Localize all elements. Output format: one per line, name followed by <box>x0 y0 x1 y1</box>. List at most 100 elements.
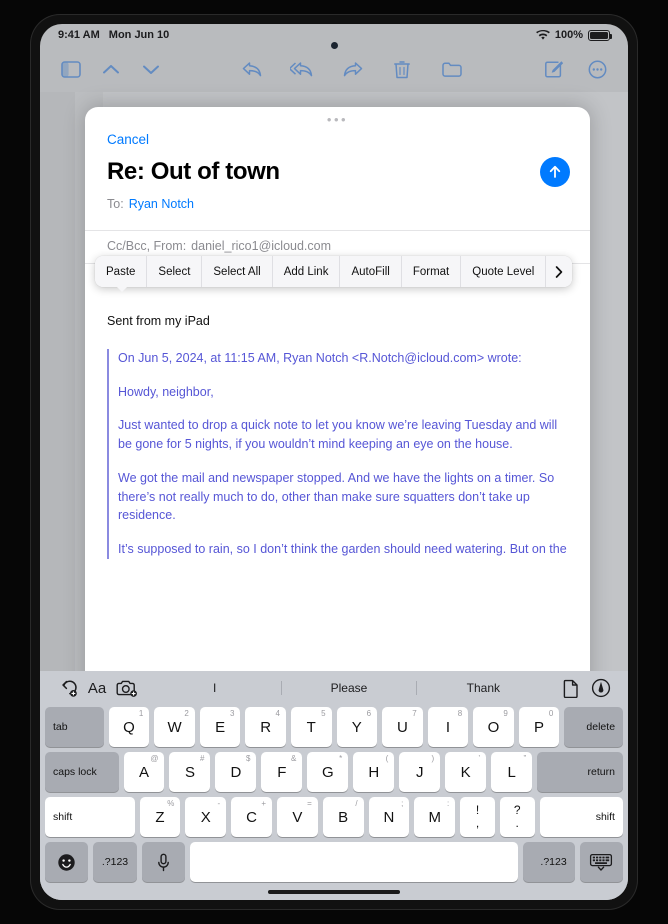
key-v[interactable]: = V <box>276 797 318 837</box>
sheet-grabber-handle[interactable]: ••• <box>85 107 590 127</box>
key-d[interactable]: $ D <box>215 752 257 792</box>
onscreen-keyboard: Aa I Please Thank tab 1 Q 2 W 3 E 4 R 5 … <box>40 671 628 900</box>
battery-full-icon <box>588 29 612 41</box>
key-b[interactable]: / B <box>322 797 364 837</box>
home-indicator[interactable] <box>268 890 400 894</box>
status-time: 9:41 AM <box>58 29 100 41</box>
menu-item-format[interactable]: Format <box>401 256 462 287</box>
undo-redo-icon[interactable] <box>52 675 82 701</box>
status-date: Mon Jun 10 <box>108 29 170 41</box>
prediction-candidate-3[interactable]: Thank <box>415 681 550 695</box>
key-hide-keyboard[interactable] <box>579 842 624 882</box>
to-field-row[interactable]: To: Ryan Notch <box>85 197 590 230</box>
battery-percent-label: 100% <box>554 29 583 41</box>
key-x[interactable]: -X <box>185 797 227 837</box>
key-microphone[interactable] <box>141 842 185 882</box>
key-f[interactable]: & F <box>261 752 303 792</box>
chevron-up-icon[interactable] <box>96 55 126 83</box>
key-i[interactable]: 8I <box>427 707 469 747</box>
to-field-label: To: <box>107 197 124 211</box>
key-return[interactable]: return <box>537 752 623 792</box>
key-tab[interactable]: tab <box>45 707 104 747</box>
key-h[interactable]: (H <box>353 752 395 792</box>
page-title: Re: Out of town <box>107 158 280 185</box>
keyboard-row-4: .?123 .?123 <box>45 842 624 882</box>
key-y[interactable]: 6Y <box>336 707 378 747</box>
menu-item-quote-level[interactable]: Quote Level <box>461 256 547 287</box>
key-space[interactable] <box>189 842 519 882</box>
key-u[interactable]: 7U <box>382 707 423 747</box>
key-q[interactable]: 1Q <box>108 707 150 747</box>
key-g[interactable]: * G <box>307 752 349 792</box>
key-r[interactable]: 4R <box>245 707 286 747</box>
folder-icon[interactable] <box>437 55 467 83</box>
chevron-right-icon <box>555 265 563 278</box>
key-o[interactable]: 9O <box>473 707 514 747</box>
trash-icon[interactable] <box>387 55 417 83</box>
key-e[interactable]: 3E <box>199 707 241 747</box>
reply-icon[interactable] <box>237 55 267 83</box>
cancel-button[interactable]: Cancel <box>107 132 149 147</box>
key-n[interactable]: ; N <box>368 797 410 837</box>
prediction-candidate-1[interactable]: I <box>148 681 281 695</box>
menu-item-autofill[interactable]: AutoFill <box>340 256 402 287</box>
wifi-icon <box>535 29 550 41</box>
markup-pen-icon[interactable] <box>586 675 616 701</box>
key-t[interactable]: 5T <box>290 707 332 747</box>
key-c[interactable]: + C <box>231 797 272 837</box>
menu-item-paste[interactable]: Paste <box>95 256 148 287</box>
key-caps-lock[interactable]: caps lock <box>45 752 119 792</box>
key-k[interactable]: ’ K <box>445 752 487 792</box>
camera-icon[interactable] <box>112 675 142 701</box>
more-ellipsis-icon[interactable] <box>582 55 612 83</box>
key-m[interactable]: :M <box>414 797 456 837</box>
cancel-row: Cancel <box>85 127 590 149</box>
key-shift-right[interactable]: shift <box>539 797 623 837</box>
key-j[interactable]: ) J <box>399 752 441 792</box>
keyboard-row-3: shift % Z -X + C = V / B ; N :M !, ?. shift <box>45 797 623 837</box>
from-address-value[interactable]: daniel_rico1@icloud.com <box>191 239 331 253</box>
key-a[interactable]: @ A <box>123 752 165 792</box>
chevron-down-icon[interactable] <box>136 55 166 83</box>
send-button[interactable] <box>540 157 570 187</box>
mail-app-toolbar <box>40 46 628 92</box>
menu-item-select-all[interactable]: Select All <box>202 256 273 287</box>
signature-text: Sent from my iPad <box>107 314 210 328</box>
to-recipient-token[interactable]: Ryan Notch <box>129 197 194 211</box>
prediction-candidate-2[interactable]: Please <box>281 681 415 695</box>
key-p[interactable]: 0P <box>518 707 560 747</box>
quote-paragraph: On Jun 5, 2024, at 11:15 AM, Ryan Notch … <box>118 350 522 365</box>
compose-icon[interactable] <box>538 55 568 83</box>
key-question-period[interactable]: ?. <box>499 797 535 837</box>
compose-title-row: Re: Out of town <box>85 149 590 197</box>
key-numbers-right[interactable]: .?123 <box>523 842 575 882</box>
key-emoji[interactable] <box>45 842 89 882</box>
key-shift-left[interactable]: shift <box>45 797 135 837</box>
key-exclaim-comma[interactable]: !, <box>460 797 495 837</box>
menu-more-button[interactable] <box>546 256 573 287</box>
keyboard-keys: tab 1Q 2W 3E 4R 5T 6Y 7U 8I 9O 0P delete… <box>40 705 628 886</box>
key-l[interactable]: ” L <box>491 752 533 792</box>
mail-body-editor[interactable]: Sent from my iPad On Jun 5, 2024, at 11:… <box>85 296 590 559</box>
context-menu-pointer <box>116 286 128 292</box>
document-attach-icon[interactable] <box>556 675 586 701</box>
menu-item-add-link[interactable]: Add Link <box>272 256 341 287</box>
key-w[interactable]: 2W <box>154 707 195 747</box>
reply-all-icon[interactable] <box>287 55 317 83</box>
forward-icon[interactable] <box>337 55 367 83</box>
quoted-message-block: On Jun 5, 2024, at 11:15 AM, Ryan Notch … <box>107 348 568 559</box>
key-delete[interactable]: delete <box>564 707 624 747</box>
keyboard-row-2: caps lock @ A # S $ D & F * G (H ) J ’ K ” L ret… <box>45 752 623 792</box>
quote-paragraph: We got the mail and newspaper stopped. A… <box>118 470 555 523</box>
quote-paragraph: Howdy, neighbor, <box>118 384 214 399</box>
sidebar-toggle-icon[interactable] <box>56 55 86 83</box>
key-numbers-left[interactable]: .?123 <box>93 842 137 882</box>
status-bar-right: 100% <box>535 29 612 41</box>
key-z[interactable]: % Z <box>139 797 181 837</box>
key-s[interactable]: # S <box>169 752 211 792</box>
compose-message-sheet: ••• Cancel Re: Out of town To: Ryan Notc… <box>85 107 590 747</box>
toolbar-right-group <box>538 55 612 83</box>
menu-item-select[interactable]: Select <box>147 256 203 287</box>
front-camera-icon <box>331 42 338 49</box>
text-format-icon[interactable]: Aa <box>82 675 112 701</box>
